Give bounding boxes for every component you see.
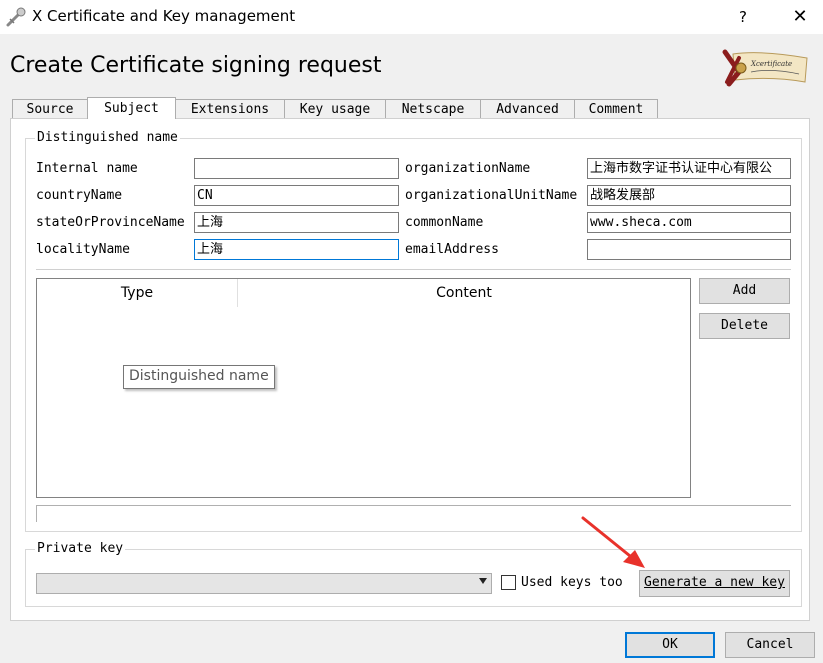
organization-name-label: organizationName [405, 161, 531, 176]
organizational-unit-name-input[interactable]: 战略发展部 [587, 185, 791, 206]
tab-bar: Source Subject Extensions Key usage Nets… [12, 97, 658, 119]
delete-button[interactable]: Delete [699, 313, 790, 339]
state-name-label: stateOrProvinceName [36, 215, 185, 230]
tab-comment[interactable]: Comment [574, 99, 658, 118]
tab-netscape[interactable]: Netscape [385, 99, 481, 118]
status-strip [36, 505, 791, 522]
dn-entries-table[interactable]: Type Content Distinguished name [36, 278, 691, 498]
common-name-label: commonName [405, 215, 484, 230]
subject-tab-panel: Distinguished name Internal name country… [10, 118, 810, 621]
used-keys-label: Used keys too [521, 575, 623, 590]
help-button[interactable]: ? [728, 4, 758, 30]
tab-subject[interactable]: Subject [87, 97, 176, 119]
generate-new-key-button[interactable]: Generate a new key [639, 570, 790, 597]
annotation-arrow-icon [581, 516, 645, 568]
locality-name-input[interactable]: 上海 [194, 239, 399, 260]
column-header-type[interactable]: Type [37, 279, 237, 307]
tab-source[interactable]: Source [12, 99, 88, 118]
column-header-content[interactable]: Content [238, 279, 690, 307]
common-name-input[interactable]: www.sheca.com [587, 212, 791, 233]
private-key-group: Private key Used keys too Generate a new… [25, 541, 802, 607]
chevron-down-icon [479, 578, 487, 584]
state-name-input[interactable]: 上海 [194, 212, 399, 233]
separator [36, 269, 791, 270]
distinguished-name-group: Distinguished name Internal name country… [25, 130, 802, 532]
tab-key-usage[interactable]: Key usage [284, 99, 386, 118]
organization-name-input[interactable]: 上海市数字证书认证中心有限公 [587, 158, 791, 179]
title-bar: X Certificate and Key management ? ✕ [0, 0, 823, 34]
logo-text: Xcertificate [750, 60, 792, 68]
add-button[interactable]: Add [699, 278, 790, 304]
page-title: Create Certificate signing request [10, 53, 382, 78]
certificate-app-icon [6, 7, 26, 27]
email-address-input[interactable] [587, 239, 791, 260]
close-window-button[interactable]: ✕ [785, 4, 815, 30]
window-title: X Certificate and Key management [32, 7, 296, 25]
internal-name-input[interactable] [194, 158, 399, 179]
used-keys-checkbox[interactable] [501, 575, 516, 590]
tab-advanced[interactable]: Advanced [480, 99, 575, 118]
private-key-title: Private key [35, 541, 126, 556]
internal-name-label: Internal name [36, 161, 138, 176]
ok-button[interactable]: OK [625, 632, 715, 658]
xca-logo: Xcertificate [722, 49, 808, 87]
distinguished-name-title: Distinguished name [35, 130, 180, 145]
private-key-select[interactable] [36, 573, 492, 594]
country-name-input[interactable]: CN [194, 185, 399, 206]
tooltip: Distinguished name [123, 365, 275, 389]
country-name-label: countryName [36, 188, 123, 203]
cancel-button[interactable]: Cancel [725, 632, 815, 658]
email-address-label: emailAddress [405, 242, 499, 257]
tab-extensions[interactable]: Extensions [175, 99, 285, 118]
organizational-unit-name-label: organizationalUnitName [405, 188, 578, 203]
locality-name-label: localityName [36, 242, 130, 257]
